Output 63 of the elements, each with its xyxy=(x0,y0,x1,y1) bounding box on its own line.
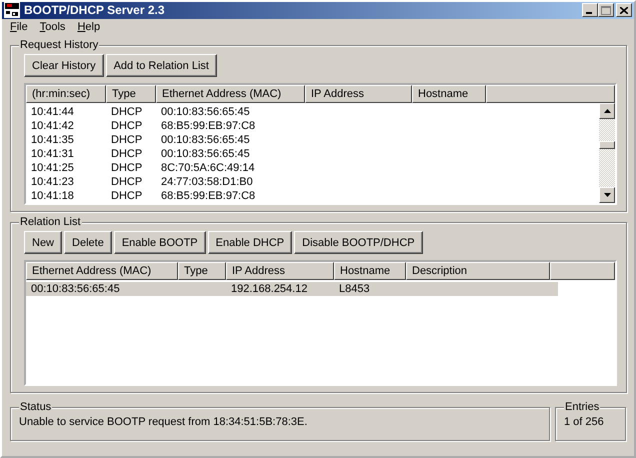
table-cell-text: 10:41:44 xyxy=(30,106,75,118)
toolbar-button[interactable]: Enable DHCP xyxy=(208,231,292,254)
table-cell-text: 10:41:23 xyxy=(30,176,75,188)
column-header[interactable]: Ethernet Address (MAC) xyxy=(26,262,178,280)
table-cell-text: DHCP xyxy=(110,106,144,118)
table-cell-text: 10:41:42 xyxy=(30,120,75,132)
entries-count: 1 of 256 xyxy=(564,416,605,428)
table-cell-text: 68:B5:99:EB:97:C8 xyxy=(160,120,256,132)
list-row[interactable]: 00:10:83:56:65:45 192.168.254.12 L8453 xyxy=(26,282,558,296)
table-cell-text: 192.168.254.12 xyxy=(230,283,308,295)
column-header[interactable]: Hostname xyxy=(412,85,486,103)
table-cell-text: DHCP xyxy=(110,148,144,160)
column-header[interactable]: Type xyxy=(178,262,226,280)
table-cell-text: 8C:70:5A:6C:49:14 xyxy=(160,162,256,174)
table-cell-text: DHCP xyxy=(110,176,144,188)
up-arrow-icon xyxy=(604,109,610,113)
scroll-thumb[interactable] xyxy=(599,141,615,149)
close-button[interactable] xyxy=(616,3,632,18)
scroll-up-button[interactable] xyxy=(599,103,615,119)
scroll-bar[interactable] xyxy=(599,103,615,203)
table-cell-text: DHCP xyxy=(110,190,144,202)
group-title: Relation List xyxy=(19,216,82,228)
column-header[interactable]: IP Address xyxy=(305,85,412,103)
minimize-button[interactable] xyxy=(582,3,598,18)
table-cell-text: 10:41:18 xyxy=(30,190,75,202)
column-header[interactable]: IP Address xyxy=(226,262,334,280)
scroll-down-button[interactable] xyxy=(599,187,615,203)
window-title: BOOTP/DHCP Server 2.3 xyxy=(24,3,166,18)
column-header[interactable]: (hr:min:sec) xyxy=(26,85,106,103)
table-cell-text: 24:77:03:58:D1:B0 xyxy=(160,176,254,188)
status-message: Unable to service BOOTP request from 18:34:51:5B:78:3E. xyxy=(19,416,308,428)
table-cell-text: L8453 xyxy=(338,283,371,295)
toolbar-button[interactable]: Disable BOOTP/DHCP xyxy=(294,231,423,254)
down-arrow-icon xyxy=(604,193,610,197)
group-title: Request History xyxy=(19,39,100,51)
menu-item[interactable]: Tools xyxy=(34,20,72,33)
table-cell-text: 00:10:83:56:65:45 xyxy=(160,134,251,146)
close-icon xyxy=(620,6,628,14)
maximize-icon xyxy=(601,6,611,15)
toolbar-button[interactable]: Enable BOOTP xyxy=(114,231,206,254)
table-cell-text: 10:41:35 xyxy=(30,134,75,146)
toolbar-button[interactable]: Delete xyxy=(64,231,112,254)
toolbar-button[interactable]: Add to Relation List xyxy=(106,54,217,77)
table-cell-text: 00:10:83:56:65:45 xyxy=(160,106,251,118)
toolbar-button[interactable]: Clear History xyxy=(24,54,104,77)
toolbar-button[interactable]: New xyxy=(24,231,62,254)
maximize-button[interactable] xyxy=(598,3,614,18)
column-header[interactable]: Ethernet Address (MAC) xyxy=(156,85,305,103)
table-cell-text: DHCP xyxy=(110,134,144,146)
column-header[interactable]: Description xyxy=(406,262,550,280)
table-cell-text: 10:41:25 xyxy=(30,162,75,174)
column-header[interactable]: Hostname xyxy=(334,262,406,280)
menu-item[interactable]: Help xyxy=(71,20,106,33)
table-cell-text: DHCP xyxy=(110,120,144,132)
table-cell-text: 10:41:31 xyxy=(30,148,75,160)
table-cell-text: DHCP xyxy=(110,162,144,174)
table-cell-text: 68:B5:99:EB:97:C8 xyxy=(160,190,256,202)
column-header[interactable]: Type xyxy=(106,85,156,103)
table-cell-text: 00:10:83:56:65:45 xyxy=(30,283,121,295)
group-title: Entries xyxy=(564,401,600,413)
table-cell-text: 00:10:83:56:65:45 xyxy=(160,148,251,160)
menu-item[interactable]: File xyxy=(4,20,34,33)
group-title: Status xyxy=(19,401,52,413)
